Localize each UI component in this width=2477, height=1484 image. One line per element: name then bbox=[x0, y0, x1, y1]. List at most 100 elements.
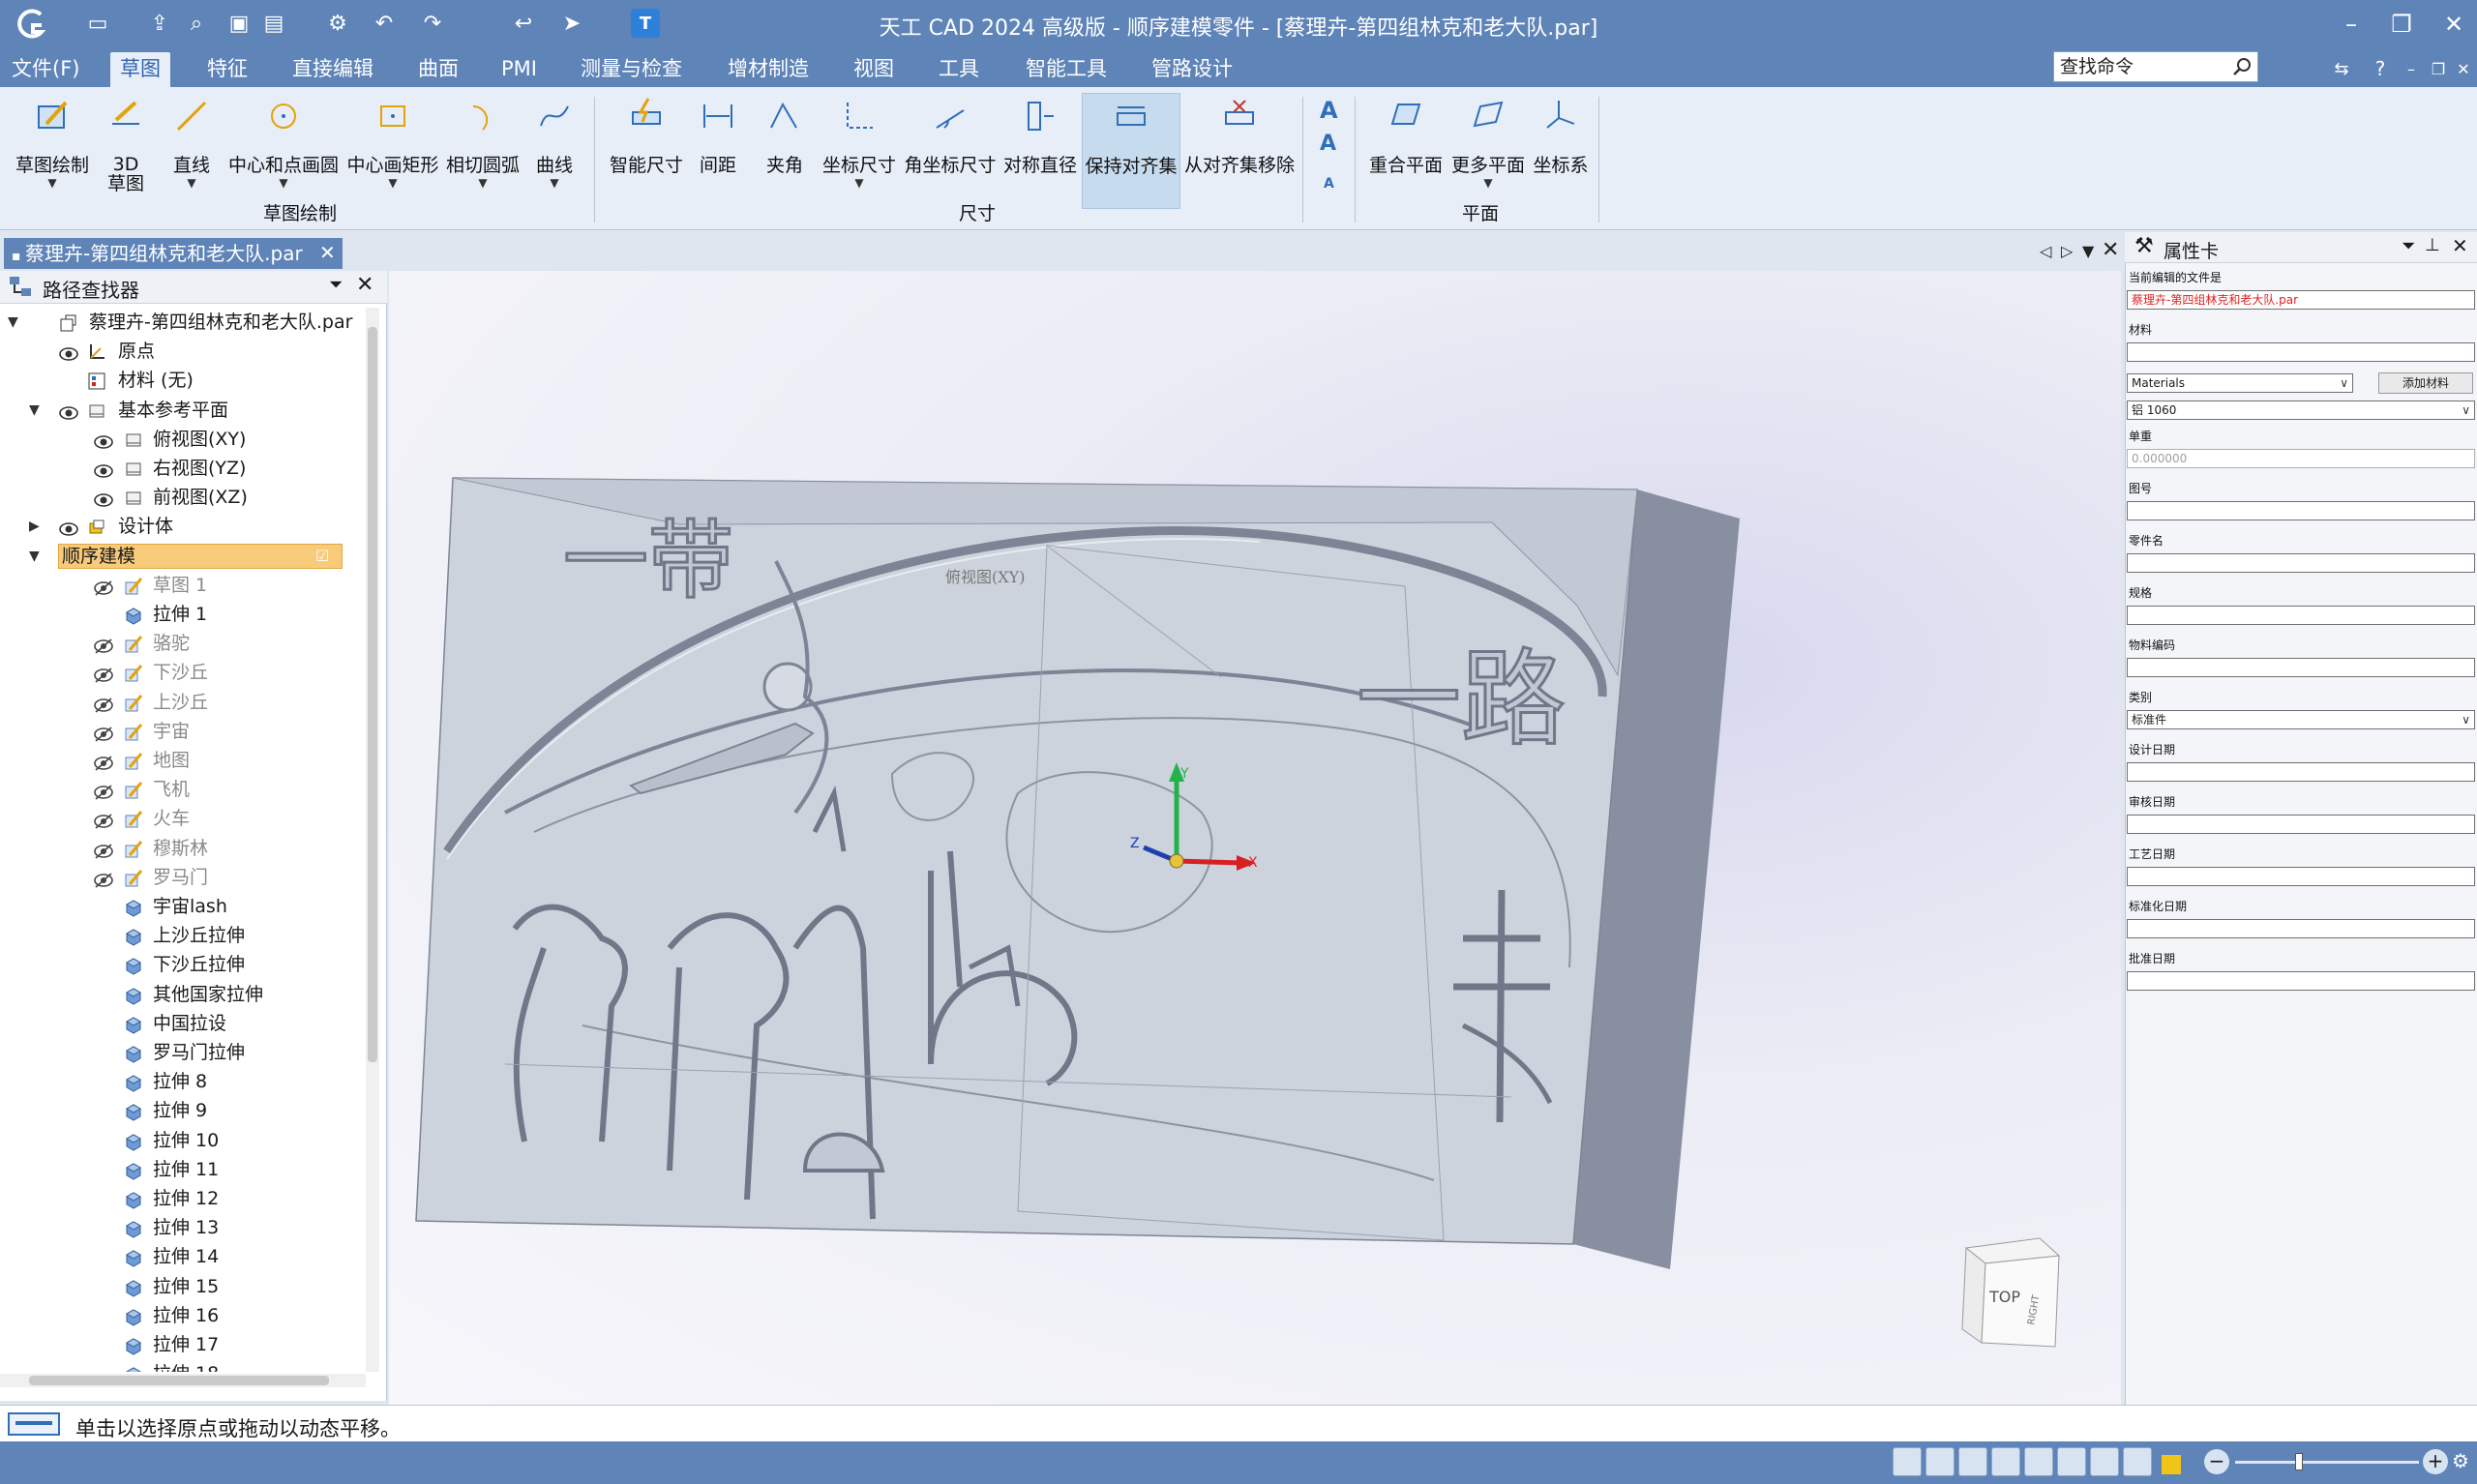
tree-item[interactable]: 草图 1 bbox=[0, 571, 364, 600]
angular-coordinate-button[interactable]: 角坐标尺寸 bbox=[904, 93, 997, 209]
search-icon[interactable] bbox=[2231, 55, 2254, 78]
circle-center-point-button[interactable]: 中心和点画圆 ▼ bbox=[224, 93, 343, 209]
tree-item[interactable]: 上沙丘拉伸 bbox=[0, 921, 364, 950]
ribbon-toggle-icon[interactable]: ⇆ bbox=[2322, 52, 2361, 85]
tree-item[interactable]: 拉伸 15 bbox=[0, 1272, 364, 1301]
coordinate-dimension-button[interactable]: 坐标尺寸 ▼ bbox=[819, 93, 900, 209]
tree-item[interactable]: 材料 (无) bbox=[0, 366, 364, 395]
eye-icon[interactable] bbox=[58, 401, 79, 420]
eye-icon[interactable] bbox=[93, 489, 114, 507]
property-input[interactable]: 0.000000 bbox=[2127, 449, 2475, 468]
tree-item[interactable]: ▼ 蔡理卉-第四组林克和老大队.par bbox=[0, 308, 364, 337]
tree-item[interactable]: 火车 bbox=[0, 804, 364, 833]
symmetric-diameter-button[interactable]: 对称直径 bbox=[1000, 93, 1080, 209]
property-input[interactable] bbox=[2127, 606, 2475, 625]
fit-icon[interactable] bbox=[1991, 1447, 2020, 1476]
pan-icon[interactable] bbox=[2024, 1447, 2053, 1476]
tree-item[interactable]: 前视图(XZ) bbox=[0, 483, 364, 512]
zoom-out-icon[interactable]: − bbox=[2204, 1449, 2229, 1474]
command-search-input[interactable]: 查找命令 bbox=[2053, 51, 2258, 82]
doc-close-icon[interactable]: ✕ bbox=[2444, 52, 2477, 85]
tree-item[interactable]: 中国拉设 bbox=[0, 1009, 364, 1038]
menu-feature[interactable]: 特征 bbox=[197, 54, 257, 83]
menu-additive[interactable]: 增材制造 bbox=[718, 54, 819, 83]
hidden-eye-icon[interactable] bbox=[93, 840, 114, 859]
hidden-eye-icon[interactable] bbox=[93, 723, 114, 742]
tab-scroll-right-icon[interactable]: ▷ bbox=[2061, 242, 2073, 260]
rotate-icon[interactable] bbox=[2057, 1447, 2086, 1476]
property-input[interactable] bbox=[2127, 867, 2475, 886]
color-swatch-icon[interactable] bbox=[2162, 1455, 2181, 1474]
tree-item[interactable]: 骆驼 bbox=[0, 629, 364, 658]
property-input[interactable] bbox=[2127, 762, 2475, 782]
document-tab-close-icon[interactable]: ✕ bbox=[319, 241, 336, 264]
tree-item[interactable]: 拉伸 17 bbox=[0, 1330, 364, 1359]
property-input[interactable] bbox=[2127, 919, 2475, 938]
expand-icon[interactable]: ▶ bbox=[29, 512, 48, 541]
text-size-large-button[interactable]: A bbox=[1320, 97, 1338, 124]
property-dropdown[interactable]: 铝 1060 ∨ bbox=[2127, 401, 2475, 420]
eye-icon[interactable] bbox=[93, 460, 114, 478]
eye-icon[interactable] bbox=[93, 430, 114, 449]
hidden-eye-icon[interactable] bbox=[93, 664, 114, 683]
3d-sketch-button[interactable]: 3D草图 bbox=[101, 93, 151, 209]
menu-pipe[interactable]: 管路设计 bbox=[1142, 54, 1242, 83]
tab-scroll-left-icon[interactable]: ◁ bbox=[2040, 242, 2051, 260]
add-material-button[interactable]: 添加材料 bbox=[2378, 372, 2473, 394]
path-finder-close-icon[interactable]: ✕ bbox=[356, 273, 373, 297]
tree-item[interactable]: 罗马门 bbox=[0, 863, 364, 892]
hidden-eye-icon[interactable] bbox=[93, 869, 114, 888]
tree-horizontal-scrollbar[interactable] bbox=[0, 1374, 366, 1387]
zoom-area-icon[interactable] bbox=[1925, 1447, 1955, 1476]
tangent-arc-button[interactable]: 相切圆弧 ▼ bbox=[443, 93, 522, 209]
menu-measure[interactable]: 测量与检查 bbox=[571, 54, 692, 83]
tree-item[interactable]: 下沙丘 bbox=[0, 658, 364, 687]
style-icon[interactable] bbox=[2090, 1447, 2119, 1476]
command-bar-icon[interactable] bbox=[8, 1412, 60, 1436]
minimize-icon[interactable]: – bbox=[2332, 8, 2371, 41]
panel-options-icon[interactable]: ⏷ bbox=[329, 275, 343, 295]
center-rectangle-button[interactable]: 中心画矩形 ▼ bbox=[344, 93, 441, 209]
tree-item[interactable]: 宇宙lash bbox=[0, 892, 364, 921]
rollback-check-icon[interactable]: ☑ bbox=[315, 542, 329, 571]
eye-icon[interactable] bbox=[58, 342, 79, 361]
hidden-eye-icon[interactable] bbox=[93, 635, 114, 654]
hidden-eye-icon[interactable] bbox=[93, 752, 114, 771]
spacing-button[interactable]: 间距 bbox=[693, 93, 743, 209]
tree-vertical-scrollbar[interactable] bbox=[366, 308, 379, 1372]
tree-item[interactable]: 穆斯林 bbox=[0, 834, 364, 863]
menu-pmi[interactable]: PMI bbox=[492, 54, 547, 83]
tree-item[interactable]: 其他国家拉伸 bbox=[0, 980, 364, 1009]
tab-list-icon[interactable]: ▼ bbox=[2082, 242, 2094, 260]
property-input[interactable] bbox=[2127, 501, 2475, 520]
tree-item[interactable]: ▼ 基本参考平面 bbox=[0, 396, 364, 425]
tree-item[interactable]: 拉伸 13 bbox=[0, 1213, 364, 1242]
property-options-icon[interactable]: ⏷ bbox=[2402, 236, 2415, 256]
property-input[interactable]: 蔡理卉-第四组林克和老大队.par bbox=[2127, 290, 2475, 310]
tree-item[interactable]: 地图 bbox=[0, 746, 364, 775]
remove-from-alignment-button[interactable]: 从对齐集移除 bbox=[1182, 93, 1297, 209]
zoom-slider[interactable] bbox=[2235, 1453, 2419, 1470]
pin-icon[interactable]: ⊥ bbox=[2425, 235, 2440, 255]
keep-alignment-set-button[interactable]: 保持对齐集 bbox=[1082, 93, 1180, 209]
angle-button[interactable]: 夹角 bbox=[761, 93, 809, 209]
tree-item[interactable]: 拉伸 14 bbox=[0, 1242, 364, 1271]
property-dropdown[interactable]: Materials ∨ bbox=[2127, 373, 2353, 393]
line-button[interactable]: 直线 ▼ bbox=[163, 93, 221, 209]
menu-smart-tools[interactable]: 智能工具 bbox=[1016, 54, 1117, 83]
tree-item[interactable]: ☑ ▼ 顺序建模 bbox=[0, 542, 364, 571]
property-input[interactable] bbox=[2127, 815, 2475, 834]
menu-direct-edit[interactable]: 直接编辑 bbox=[283, 54, 383, 83]
zoom-in-icon[interactable]: + bbox=[2423, 1449, 2448, 1474]
tree-item[interactable]: 拉伸 16 bbox=[0, 1301, 364, 1330]
tree-item[interactable]: 拉伸 18 bbox=[0, 1359, 364, 1372]
property-input[interactable] bbox=[2127, 342, 2475, 362]
hidden-eye-icon[interactable] bbox=[93, 810, 114, 829]
render-icon[interactable] bbox=[2123, 1447, 2152, 1476]
sketch-draw-button[interactable]: 草图绘制 ▼ bbox=[8, 93, 97, 209]
text-size-small-button[interactable]: A bbox=[1324, 176, 1334, 192]
tree-item[interactable]: 飞机 bbox=[0, 775, 364, 804]
tree-item[interactable]: 拉伸 1 bbox=[0, 600, 364, 629]
tree-item[interactable]: 拉伸 10 bbox=[0, 1126, 364, 1155]
menu-view[interactable]: 视图 bbox=[844, 54, 904, 83]
